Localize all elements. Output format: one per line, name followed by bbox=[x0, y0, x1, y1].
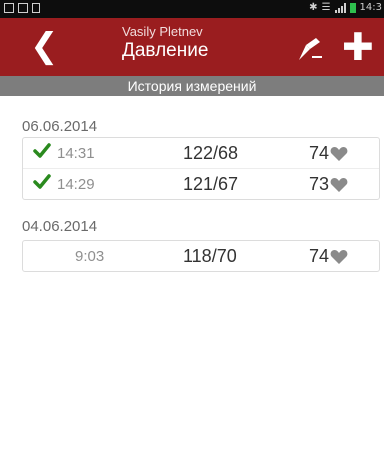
wifi-icon: ☰ bbox=[321, 2, 331, 13]
heart-icon bbox=[330, 178, 348, 192]
battery-icon bbox=[349, 2, 356, 13]
edit-button[interactable] bbox=[296, 36, 324, 62]
edit-icon bbox=[299, 38, 322, 60]
file-icon bbox=[32, 3, 40, 13]
measurement-time: 14:31 bbox=[57, 145, 95, 162]
heart-icon bbox=[330, 147, 348, 161]
status-time: 14:3 bbox=[359, 2, 382, 13]
back-button[interactable]: ❮ bbox=[30, 26, 59, 66]
measurement-group: 14:31 122/68 74 14:29 121/67 73 bbox=[22, 137, 380, 200]
bluetooth-icon: ✱ bbox=[309, 2, 318, 13]
app-bar: ❮ Vasily Pletnev Давление ✚ bbox=[0, 18, 384, 76]
screenshot-icon bbox=[4, 3, 14, 13]
measurement-row[interactable]: 14:29 121/67 73 bbox=[23, 168, 379, 199]
plus-icon: ✚ bbox=[342, 25, 374, 69]
chevron-left-icon: ❮ bbox=[30, 26, 59, 66]
account-name: Vasily Pletnev bbox=[122, 24, 203, 39]
pulse-value: 73 bbox=[309, 174, 330, 194]
group-date: 06.06.2014 bbox=[22, 118, 98, 135]
measurement-group: 9:03 118/70 74 bbox=[22, 240, 380, 272]
pulse-value: 74 bbox=[309, 143, 330, 163]
pulse-value: 74 bbox=[309, 246, 330, 266]
status-bar: ✱ ☰ 14:3 bbox=[0, 0, 384, 18]
add-button[interactable]: ✚ bbox=[342, 28, 374, 66]
measurement-time: 9:03 bbox=[75, 248, 105, 265]
measurement-time: 14:29 bbox=[57, 176, 95, 193]
measurement-row[interactable]: 9:03 118/70 74 bbox=[23, 241, 379, 271]
pressure-value: 121/67 bbox=[183, 174, 239, 194]
group-date: 04.06.2014 bbox=[22, 218, 98, 235]
pressure-value: 122/68 bbox=[183, 143, 239, 163]
pressure-value: 118/70 bbox=[183, 246, 237, 266]
measurement-row[interactable]: 14:31 122/68 74 bbox=[23, 138, 379, 168]
check-icon bbox=[33, 174, 51, 189]
check-icon bbox=[33, 143, 51, 158]
heart-icon bbox=[330, 250, 348, 264]
mail-icon bbox=[18, 3, 28, 13]
section-header: История измерений bbox=[0, 76, 384, 96]
signal-icon bbox=[334, 2, 346, 13]
app-bar-titles: Vasily Pletnev Давление bbox=[122, 24, 208, 62]
screen-title: Давление bbox=[122, 40, 209, 61]
